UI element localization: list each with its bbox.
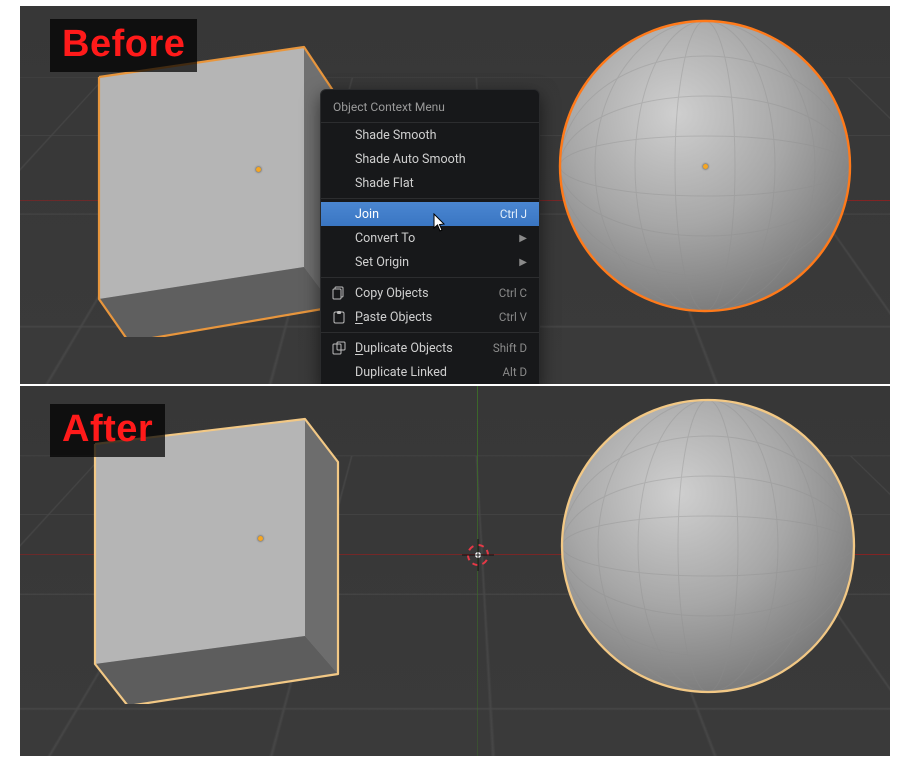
viewport-before[interactable]: Object Context Menu Shade Smooth Shade A…	[20, 6, 890, 384]
menu-shade-flat[interactable]: Shade Flat	[321, 171, 539, 195]
origin-dot	[703, 164, 708, 169]
menu-item-shortcut: Ctrl V	[499, 310, 527, 324]
menu-item-shortcut: Alt D	[503, 365, 527, 379]
menu-item-shortcut: Ctrl J	[500, 207, 527, 221]
menu-shade-auto-smooth[interactable]: Shade Auto Smooth	[321, 147, 539, 171]
menu-item-label: Duplicate Objects	[355, 341, 493, 356]
menu-paste-objects[interactable]: Paste Objects Ctrl V	[321, 305, 539, 329]
overlay-label-after: After	[50, 404, 165, 457]
menu-item-label: Set Origin	[355, 255, 511, 270]
menu-item-label: Copy Objects	[355, 286, 499, 301]
menu-shade-smooth[interactable]: Shade Smooth	[321, 123, 539, 147]
copy-icon	[331, 285, 347, 301]
duplicate-icon	[331, 340, 347, 356]
menu-item-label: Shade Flat	[355, 176, 527, 191]
menu-item-shortcut: Ctrl C	[499, 286, 527, 300]
mesh-sphere[interactable]	[555, 16, 855, 316]
menu-item-label: Join	[355, 207, 500, 222]
menu-join[interactable]: Join Ctrl J	[321, 202, 539, 226]
viewport-after[interactable]: After	[20, 386, 890, 756]
menu-copy-objects[interactable]: Copy Objects Ctrl C	[321, 281, 539, 305]
submenu-arrow-icon: ▶	[511, 257, 527, 268]
overlay-label-before: Before	[50, 19, 197, 72]
menu-item-label: Shade Auto Smooth	[355, 152, 527, 167]
menu-separator	[321, 332, 539, 333]
origin-dot	[256, 167, 261, 172]
paste-icon	[331, 309, 347, 325]
mouse-cursor-icon	[433, 213, 447, 233]
submenu-arrow-icon: ▶	[511, 233, 527, 244]
mesh-joined-sphere[interactable]	[558, 396, 858, 696]
menu-item-label: Shade Smooth	[355, 128, 527, 143]
3d-cursor-icon	[467, 544, 489, 566]
paste-rest: aste Objects	[363, 310, 432, 325]
menu-duplicate-linked[interactable]: Duplicate Linked Alt D	[321, 360, 539, 384]
menu-item-label: Paste Objects	[355, 310, 499, 325]
menu-convert-to[interactable]: Convert To ▶	[321, 226, 539, 250]
context-menu-title: Object Context Menu	[321, 94, 539, 123]
menu-item-label: Duplicate Linked	[355, 365, 503, 380]
menu-separator	[321, 198, 539, 199]
menu-duplicate-objects[interactable]: Duplicate Objects Shift D	[321, 336, 539, 360]
menu-separator	[321, 277, 539, 278]
axis-y	[477, 386, 478, 756]
menu-item-shortcut: Shift D	[493, 341, 527, 355]
menu-set-origin[interactable]: Set Origin ▶	[321, 250, 539, 274]
object-context-menu[interactable]: Object Context Menu Shade Smooth Shade A…	[320, 89, 540, 384]
origin-dot	[258, 536, 263, 541]
